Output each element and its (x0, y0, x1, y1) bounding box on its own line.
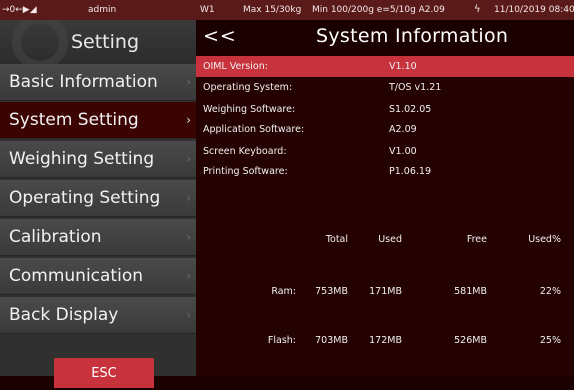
sidebar-item-label: Communication (9, 266, 143, 286)
max-capacity: Max 15/30kg (243, 5, 302, 15)
date-time: 11/10/2019 08:40 (494, 5, 574, 15)
ram-free: 581MB (454, 286, 487, 297)
row-label: Flash: (267, 335, 296, 346)
page-title: System Information (316, 25, 509, 47)
sidebar-item-label: Operating Setting (9, 188, 161, 208)
sidebar-item-operating-setting[interactable]: Operating Setting › (0, 180, 196, 217)
info-key: OIML Version: (203, 61, 268, 72)
info-key: Screen Keyboard: (203, 146, 287, 157)
info-row-printing-software[interactable]: Printing Software: P1.06.19 (196, 161, 574, 182)
info-value: S1.02.05 (389, 104, 432, 115)
power-icon: ϟ (474, 4, 481, 15)
chevron-right-icon: › (186, 152, 191, 166)
flash-free: 526MB (454, 335, 487, 346)
chevron-right-icon: › (186, 269, 191, 283)
info-row-application-software[interactable]: Application Software: A2.09 (196, 119, 574, 140)
info-value: T/OS v1.21 (389, 82, 442, 93)
flash-used: 172MB (369, 335, 402, 346)
column-header-free: Free (466, 234, 487, 245)
row-label: Ram: (271, 286, 296, 297)
sidebar-item-label: System Setting (9, 110, 139, 130)
column-header-total: Total (325, 234, 348, 245)
info-row-weighing-software[interactable]: Weighing Software: S1.02.05 (196, 99, 574, 120)
sidebar-item-basic-information[interactable]: Basic Information › (0, 64, 196, 101)
sidebar-item-label: Weighing Setting (9, 149, 155, 169)
info-key: Application Software: (203, 124, 305, 135)
info-value: V1.00 (389, 146, 417, 157)
column-header-used: Used (378, 234, 402, 245)
column-header-used-percent: Used% (528, 234, 561, 245)
esc-button[interactable]: ESC (54, 358, 154, 388)
sidebar-item-back-display[interactable]: Back Display › (0, 297, 196, 334)
panel-header: << System Information (196, 20, 574, 56)
settings-sidebar: Setting Basic Information › System Setti… (0, 20, 196, 388)
sidebar-title: Setting (70, 31, 140, 53)
ram-used: 171MB (369, 286, 402, 297)
ram-used-percent: 22% (539, 286, 561, 297)
info-key: Weighing Software: (203, 104, 296, 115)
back-button[interactable]: << (203, 20, 237, 52)
info-value: V1.10 (389, 61, 417, 72)
scale-indicator: W1 (200, 5, 215, 15)
ram-total: 753MB (315, 286, 348, 297)
info-row-oiml-version[interactable]: OIML Version: V1.10 (196, 56, 574, 77)
flash-total: 703MB (315, 335, 348, 346)
sidebar-item-calibration[interactable]: Calibration › (0, 219, 196, 256)
system-information-panel: << System Information OIML Version: V1.1… (196, 20, 574, 376)
flash-used-percent: 25% (539, 335, 561, 346)
chevron-right-icon: › (186, 191, 191, 205)
sidebar-item-label: Calibration (9, 227, 102, 247)
status-bar: →0←▶◢ admin W1 Max 15/30kg Min 100/200g … (0, 0, 574, 20)
sidebar-item-system-setting[interactable]: System Setting › (0, 102, 196, 139)
chevron-right-icon: › (186, 113, 191, 127)
chevron-right-icon: › (186, 75, 191, 89)
sidebar-item-label: Basic Information (9, 72, 158, 92)
chevron-right-icon: › (186, 308, 191, 322)
sidebar-item-communication[interactable]: Communication › (0, 258, 196, 295)
info-key: Printing Software: (203, 166, 288, 177)
min-capacity: Min 100/200g e=5/10g A2.09 (312, 5, 445, 15)
current-user: admin (88, 5, 117, 15)
info-key: Operating System: (203, 82, 293, 93)
chevron-right-icon: › (186, 230, 191, 244)
sidebar-header: Setting (0, 20, 196, 64)
sidebar-item-weighing-setting[interactable]: Weighing Setting › (0, 141, 196, 178)
info-row-screen-keyboard[interactable]: Screen Keyboard: V1.00 (196, 141, 574, 162)
sidebar-item-label: Back Display (9, 305, 119, 325)
info-value: A2.09 (389, 124, 417, 135)
info-row-operating-system[interactable]: Operating System: T/OS v1.21 (196, 77, 574, 98)
info-value: P1.06.19 (389, 166, 431, 177)
zero-tare-status-icons: →0←▶◢ (2, 5, 37, 15)
